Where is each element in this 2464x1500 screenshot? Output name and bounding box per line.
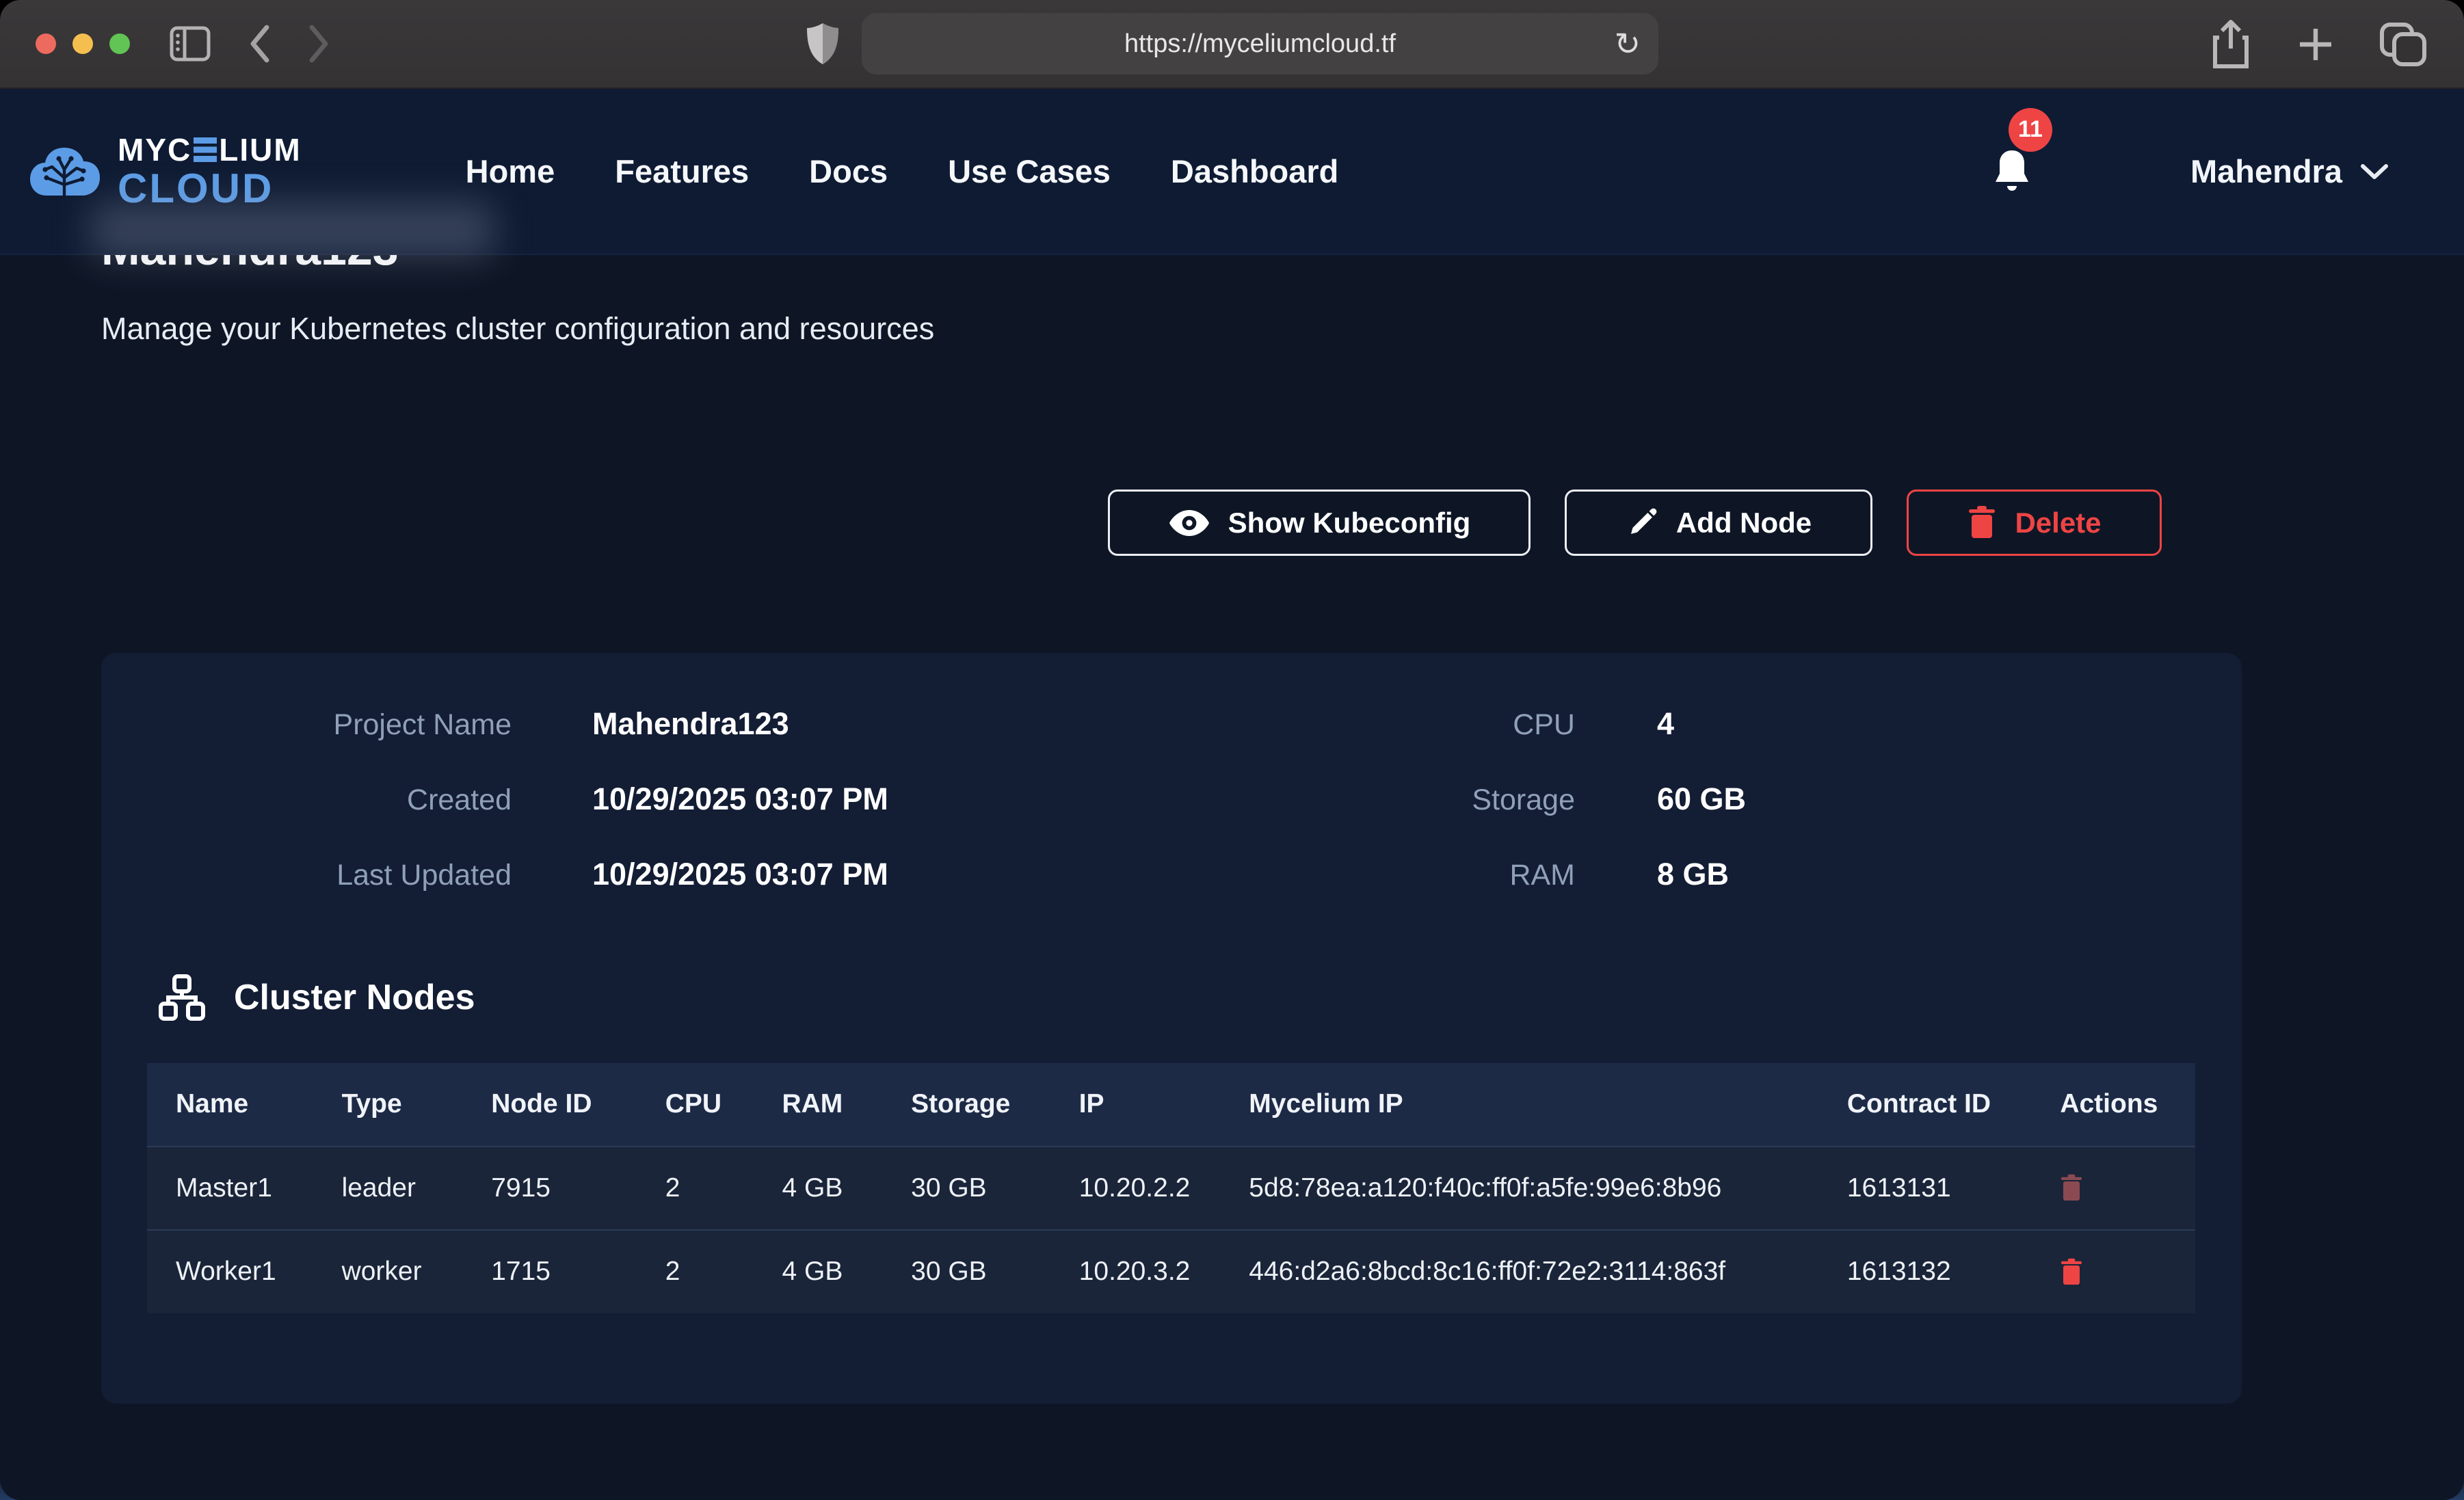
column-header: Storage	[890, 1063, 1059, 1147]
cell-actions	[2039, 1147, 2195, 1231]
cell-type: leader	[321, 1147, 471, 1231]
cell-cpu: 2	[645, 1147, 762, 1231]
detail-cpu: CPU 4	[1168, 706, 2235, 742]
url-text: https://myceliumcloud.tf	[1124, 29, 1396, 59]
window-controls	[36, 34, 130, 54]
detail-project-name: Project Name Mahendra123	[101, 706, 1168, 742]
close-window-button[interactable]	[36, 34, 56, 54]
cluster-table: NameTypeNode IDCPURAMStorageIPMycelium I…	[147, 1063, 2195, 1313]
table-head: NameTypeNode IDCPURAMStorageIPMycelium I…	[147, 1063, 2195, 1147]
nav-item-use-cases[interactable]: Use Cases	[948, 152, 1111, 190]
notification-badge: 11	[2009, 108, 2052, 152]
trash-icon	[1967, 505, 1997, 541]
mycelium-cloud-logo[interactable]: MYCLIUM CLOUD	[27, 134, 302, 209]
nav-item-features[interactable]: Features	[615, 152, 749, 190]
cluster-details-panel: Project Name Mahendra123 Created 10/29/2…	[101, 653, 2242, 1404]
node-table-row: Master1leader791524 GB30 GB10.20.2.25d8:…	[147, 1147, 2195, 1231]
cell-node-id: 1715	[471, 1230, 645, 1313]
show-kubeconfig-button[interactable]: Show Kubeconfig	[1108, 490, 1531, 556]
detail-ram: RAM 8 GB	[1168, 857, 2235, 892]
cell-cpu: 2	[645, 1230, 762, 1313]
table-body: Master1leader791524 GB30 GB10.20.2.25d8:…	[147, 1147, 2195, 1313]
cell-ram: 4 GB	[761, 1230, 890, 1313]
node-table-row: Worker1worker171524 GB30 GB10.20.3.2446:…	[147, 1230, 2195, 1313]
network-nodes-icon	[157, 973, 207, 1022]
user-name: Mahendra	[2190, 152, 2342, 190]
cell-storage: 30 GB	[890, 1230, 1059, 1313]
column-header: Actions	[2039, 1063, 2195, 1147]
detail-last-updated: Last Updated 10/29/2025 03:07 PM	[101, 857, 1168, 892]
nav-item-dashboard[interactable]: Dashboard	[1171, 152, 1339, 190]
cell-actions	[2039, 1230, 2195, 1313]
cell-name: Worker1	[147, 1230, 321, 1313]
privacy-blur-overlay	[90, 202, 494, 258]
share-icon[interactable]	[2208, 18, 2253, 70]
bell-icon	[1991, 148, 2033, 196]
delete-cluster-button[interactable]: Delete	[1907, 490, 2162, 556]
column-header: CPU	[645, 1063, 762, 1147]
back-button[interactable]	[246, 23, 274, 64]
project-details: Project Name Mahendra123 Created 10/29/2…	[101, 706, 2242, 892]
column-header: Mycelium IP	[1228, 1063, 1827, 1147]
table-header-row: NameTypeNode IDCPURAMStorageIPMycelium I…	[147, 1063, 2195, 1147]
cluster-nodes-heading: Cluster Nodes	[157, 973, 475, 1022]
delete-node-button[interactable]	[2060, 1174, 2083, 1203]
delete-node-button[interactable]	[2060, 1258, 2083, 1287]
notifications-button[interactable]: 11	[1991, 148, 2033, 196]
user-menu[interactable]: Mahendra	[2190, 152, 2389, 190]
cluster-actions: Show Kubeconfig Add Node Delete	[0, 490, 2464, 556]
cell-type: worker	[321, 1230, 471, 1313]
nav-item-docs[interactable]: Docs	[809, 152, 888, 190]
zoom-window-button[interactable]	[109, 34, 130, 54]
column-header: IP	[1059, 1063, 1229, 1147]
eye-icon	[1168, 507, 1210, 539]
sidebar-toggle-icon[interactable]	[170, 26, 211, 62]
forward-button[interactable]	[305, 23, 332, 64]
privacy-shield-icon[interactable]	[804, 21, 841, 66]
cloud-logo-icon	[27, 142, 103, 201]
chevron-down-icon	[2360, 162, 2389, 181]
cell-contract-id: 1613132	[1827, 1230, 2039, 1313]
cell-node-id: 7915	[471, 1147, 645, 1231]
column-header: Contract ID	[1827, 1063, 2039, 1147]
cell-contract-id: 1613131	[1827, 1147, 2039, 1231]
nav-item-home[interactable]: Home	[466, 152, 555, 190]
reload-icon[interactable]: ↻	[1614, 25, 1641, 62]
add-node-button[interactable]: Add Node	[1565, 490, 1872, 556]
cell-mycelium-ip: 446:d2a6:8bcd:8c16:ff0f:72e2:3114:863f	[1228, 1230, 1827, 1313]
column-header: Node ID	[471, 1063, 645, 1147]
cell-mycelium-ip: 5d8:78ea:a120:f40c:ff0f:a5fe:99e6:8b96	[1228, 1147, 1827, 1231]
logo-e-glyph	[194, 137, 217, 162]
column-header: Name	[147, 1063, 321, 1147]
browser-window: https://myceliumcloud.tf ↻ Mahendra123 M…	[0, 0, 2464, 1500]
detail-storage: Storage 60 GB	[1168, 781, 2235, 817]
column-header: RAM	[761, 1063, 890, 1147]
cell-ip: 10.20.2.2	[1059, 1147, 1229, 1231]
cell-ip: 10.20.3.2	[1059, 1230, 1229, 1313]
detail-created: Created 10/29/2025 03:07 PM	[101, 781, 1168, 817]
new-tab-icon[interactable]	[2294, 23, 2337, 66]
cell-ram: 4 GB	[761, 1147, 890, 1231]
page-subtitle: Manage your Kubernetes cluster configura…	[101, 311, 934, 347]
pencil-icon	[1626, 507, 1658, 539]
tab-overview-icon[interactable]	[2378, 21, 2428, 68]
column-header: Type	[321, 1063, 471, 1147]
cell-name: Master1	[147, 1147, 321, 1231]
logo-wordmark: MYCLIUM CLOUD	[118, 134, 302, 209]
minimize-window-button[interactable]	[72, 34, 93, 54]
main-nav: Home Features Docs Use Cases Dashboard	[466, 152, 1339, 190]
address-bar[interactable]: https://myceliumcloud.tf ↻	[862, 13, 1658, 75]
browser-toolbar: https://myceliumcloud.tf ↻	[0, 0, 2464, 89]
cell-storage: 30 GB	[890, 1147, 1059, 1231]
